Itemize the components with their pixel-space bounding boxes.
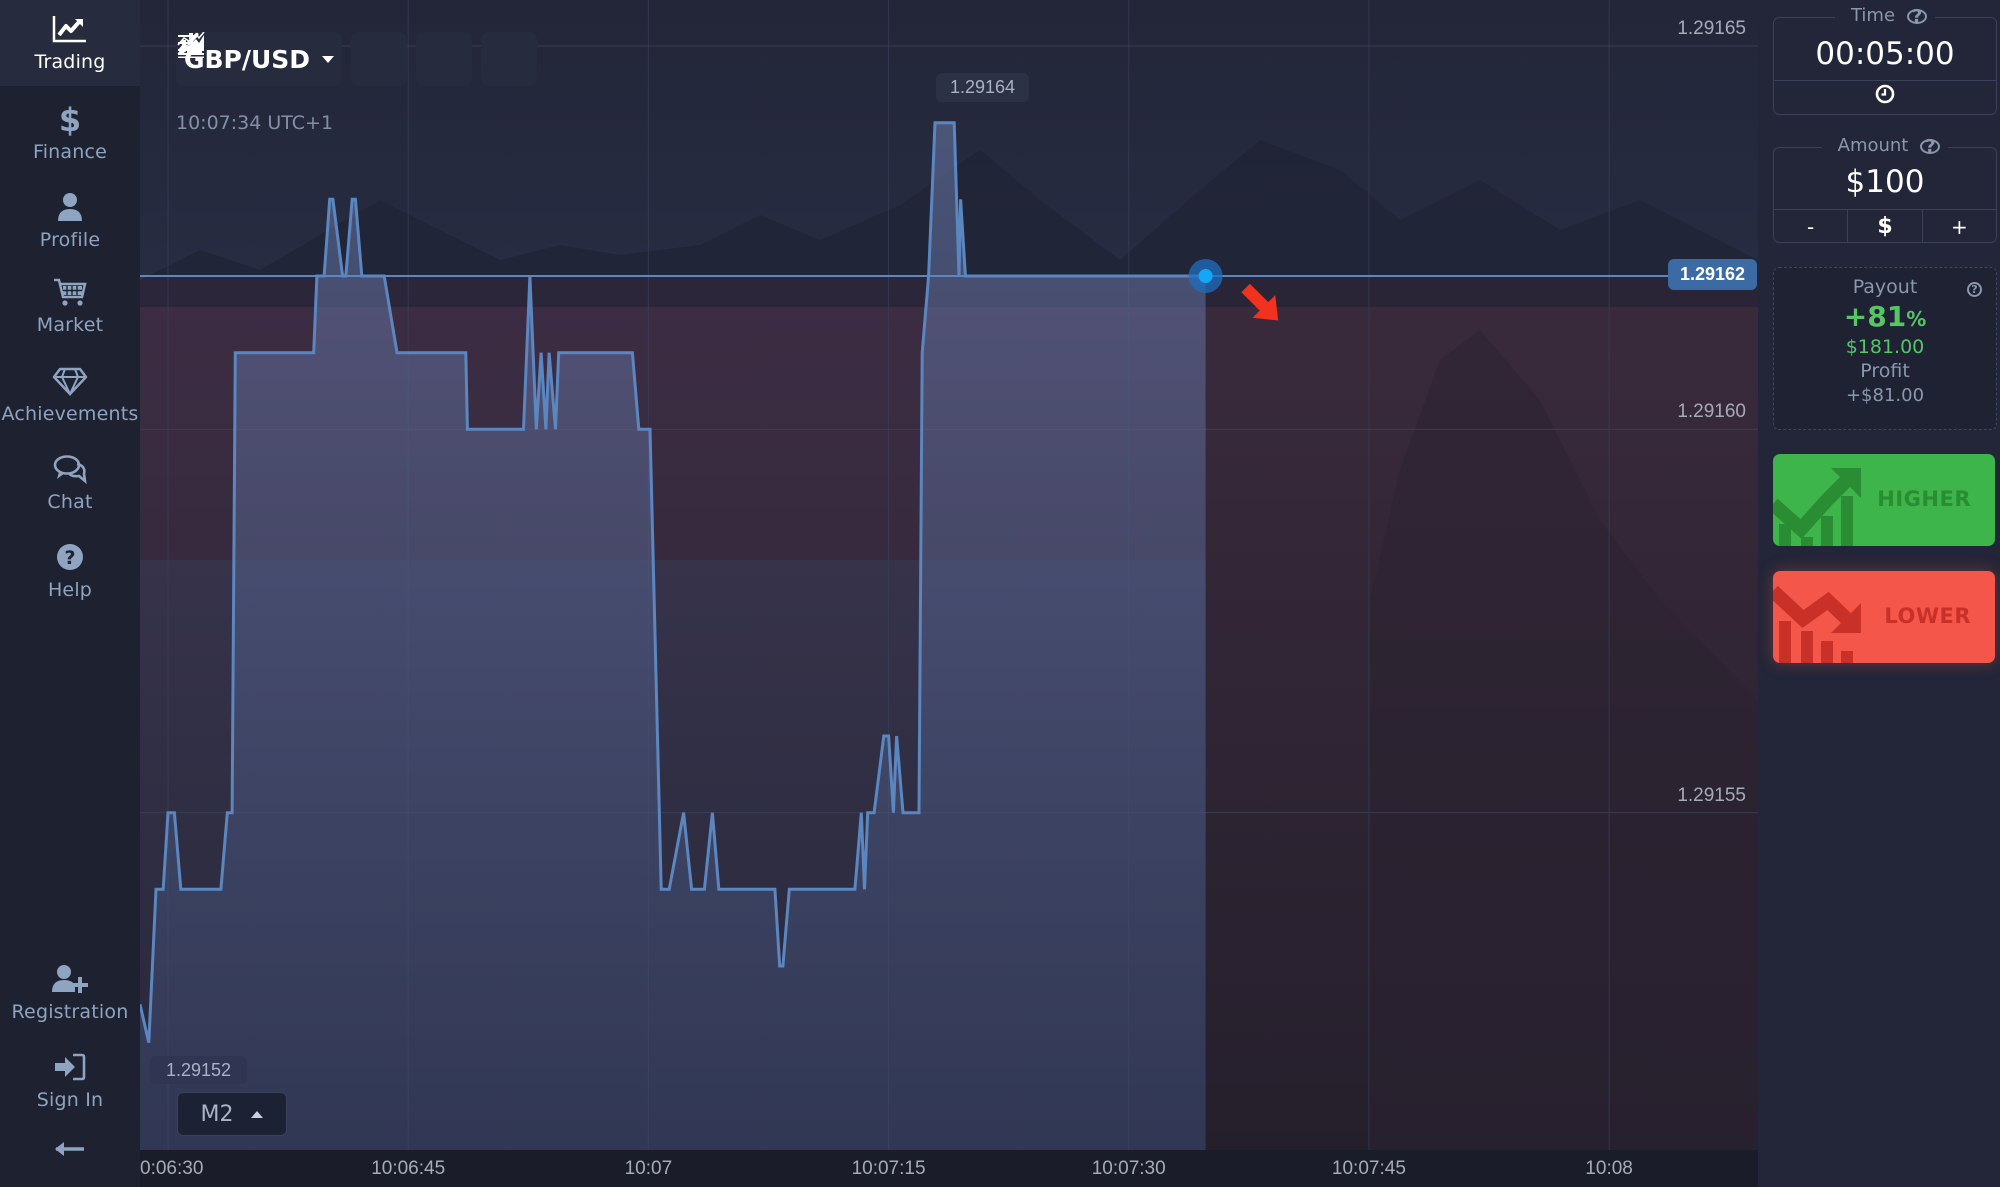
user-icon bbox=[50, 188, 90, 226]
help-icon[interactable]: ? bbox=[1920, 136, 1941, 157]
trend-down-icon bbox=[1773, 585, 1861, 663]
decrease-amount-button[interactable]: - bbox=[1774, 210, 1847, 243]
timeframe-label: M2 bbox=[200, 1101, 234, 1127]
payout-total: $181.00 bbox=[1845, 336, 1925, 358]
sidebar-item-help[interactable]: ? Help bbox=[0, 528, 140, 614]
chart-type-button[interactable] bbox=[177, 32, 407, 86]
sidebar-item-registration[interactable]: Registration bbox=[0, 950, 140, 1036]
time-picker-row bbox=[1774, 80, 1996, 112]
help-icon: ? bbox=[50, 538, 90, 576]
help-icon[interactable]: ? bbox=[1967, 282, 1982, 297]
time-tick-label: 10:07 bbox=[624, 1158, 673, 1179]
sign-in-icon bbox=[50, 1048, 90, 1086]
current-price-badge: 1.29162 bbox=[1668, 259, 1758, 290]
sidebar-item-achievements[interactable]: Achievements bbox=[0, 352, 140, 438]
sidebar-item-market[interactable]: Market bbox=[0, 263, 140, 349]
profit-label: Profit bbox=[1860, 360, 1910, 382]
price-tick-label: 1.29155 bbox=[1677, 784, 1746, 806]
amount-field: Amount? $100 - $ + bbox=[1773, 135, 1997, 243]
chat-icon bbox=[50, 450, 90, 488]
time-tick-label: 0:06:30 bbox=[140, 1158, 204, 1179]
time-field: Time? 00:05:00 bbox=[1773, 5, 1997, 115]
sidebar-item-sign-in[interactable]: Sign In bbox=[0, 1038, 140, 1124]
amount-label: Amount? bbox=[1821, 135, 1949, 157]
time-picker-button[interactable] bbox=[1774, 81, 1996, 112]
chart-line-icon bbox=[50, 10, 90, 48]
amount-value[interactable]: $100 bbox=[1774, 164, 1996, 209]
price-chart[interactable]: GBP/USD 10:07:34 UTC+1 1.29164 1.29152 1… bbox=[140, 0, 1758, 1150]
collapse-sidebar-button[interactable] bbox=[48, 1138, 92, 1164]
time-axis: 0:06:30 10:06:45 10:07 10:07:15 10:07:30 10:0… bbox=[140, 1150, 1758, 1187]
time-tick-label: 10:06:45 bbox=[371, 1158, 446, 1179]
caret-up-icon bbox=[251, 1110, 264, 1118]
indicators-button[interactable] bbox=[178, 32, 472, 86]
price-tick-label: 1.29160 bbox=[1677, 401, 1746, 423]
lower-label: LOWER bbox=[1884, 604, 1971, 628]
payout-label: Payout bbox=[1852, 276, 1918, 298]
profit-value: +$81.00 bbox=[1845, 385, 1925, 406]
current-point bbox=[1198, 269, 1213, 283]
caret-down-icon bbox=[322, 55, 335, 63]
sidebar-item-finance[interactable]: $ Finance bbox=[0, 90, 140, 176]
time-value[interactable]: 00:05:00 bbox=[1774, 36, 1996, 80]
currency-button[interactable]: $ bbox=[1847, 210, 1921, 243]
dollar-icon: $ bbox=[50, 100, 90, 138]
payout-percent: +81% bbox=[1843, 300, 1927, 333]
chart-toolbar: GBP/USD bbox=[176, 32, 537, 86]
time-tick-label: 10:07:15 bbox=[851, 1158, 926, 1179]
chart-canvas[interactable] bbox=[140, 0, 1758, 1150]
svg-text:?: ? bbox=[64, 547, 75, 569]
svg-text:$: $ bbox=[59, 102, 81, 136]
amount-controls: - $ + bbox=[1774, 209, 1996, 243]
trade-panel: Time? 00:05:00 Amount? $100 - $ + Payout… bbox=[1758, 0, 2000, 1187]
arrow-left-icon bbox=[54, 1141, 86, 1161]
clock-icon bbox=[1875, 84, 1895, 109]
trend-up-icon bbox=[1773, 468, 1861, 546]
server-time: 10:07:34 UTC+1 bbox=[176, 112, 334, 134]
help-icon[interactable]: ? bbox=[1907, 6, 1928, 27]
cart-icon bbox=[50, 273, 90, 311]
higher-label: HIGHER bbox=[1877, 487, 1971, 511]
time-tick-label: 10:08 bbox=[1585, 1158, 1633, 1179]
user-plus-icon bbox=[50, 960, 90, 998]
sidebar: Trading $ Finance Profile Market Achieve… bbox=[0, 0, 140, 1187]
max-price-label: 1.29164 bbox=[936, 72, 1030, 102]
increase-amount-button[interactable]: + bbox=[1921, 210, 1996, 243]
sidebar-item-chat[interactable]: Chat bbox=[0, 440, 140, 526]
time-tick-label: 10:07:45 bbox=[1331, 1158, 1406, 1179]
time-tick-label: 10:07:30 bbox=[1091, 1158, 1166, 1179]
drawing-tools-button[interactable] bbox=[177, 32, 537, 86]
time-label: Time? bbox=[1834, 5, 1936, 27]
price-tick-label: 1.29165 bbox=[1677, 18, 1746, 39]
min-price-label: 1.29152 bbox=[150, 1055, 248, 1084]
sidebar-item-trading[interactable]: Trading bbox=[0, 0, 140, 86]
payout-box: Payout ? +81% $181.00 Profit +$81.00 bbox=[1773, 267, 1997, 430]
timeframe-selector[interactable]: M2 bbox=[177, 1092, 287, 1136]
lower-button[interactable]: LOWER bbox=[1773, 571, 1995, 663]
diamond-icon bbox=[50, 362, 90, 400]
higher-button[interactable]: HIGHER bbox=[1773, 454, 1995, 546]
sidebar-item-profile[interactable]: Profile bbox=[0, 178, 140, 264]
